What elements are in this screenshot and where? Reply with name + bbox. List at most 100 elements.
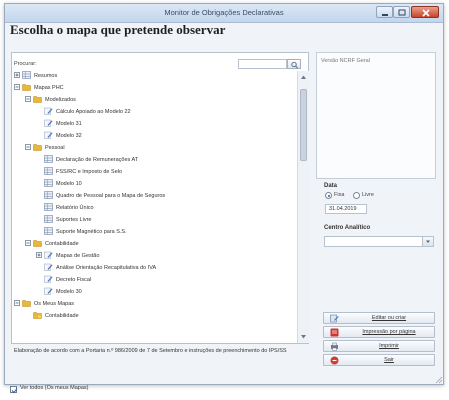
tree-item[interactable]: Declaração de Remunerações AT [36, 154, 138, 165]
edit-map-icon [44, 107, 53, 115]
printer-icon [331, 342, 338, 351]
folder-icon [33, 95, 42, 103]
tree-item[interactable]: Pessoal [25, 143, 65, 153]
search-icon [291, 61, 298, 69]
scrollbar-thumb[interactable] [300, 89, 307, 161]
collapse-icon[interactable] [14, 299, 20, 306]
edit-map-icon [330, 314, 339, 323]
tree-item-label: Modelo 30 [56, 289, 82, 295]
show-all-label: Ver todos (Os meus Mapas) [20, 385, 89, 391]
expand-icon[interactable] [36, 251, 42, 258]
show-all-checkbox[interactable] [10, 386, 18, 394]
radio-livre-label: Livre [362, 192, 374, 198]
tree-item-label: Suporte Magnético para S.S. [56, 229, 127, 235]
tree-item[interactable]: Modelo 32 [36, 131, 82, 141]
collapse-icon[interactable] [25, 239, 31, 246]
tree-item-label: Contabilidade [45, 313, 79, 319]
search-input[interactable] [238, 59, 287, 69]
tree-item[interactable]: Modelo 10 [36, 178, 82, 189]
tree-item[interactable]: Modelo 30 [36, 287, 82, 297]
tree-item[interactable]: Modelo 31 [36, 119, 82, 129]
tree-item[interactable]: Modelizados [25, 95, 76, 105]
maximize-button[interactable] [393, 6, 410, 18]
tree-item-label: Relatório Único [56, 205, 94, 211]
tree-item-label: Modelo 31 [56, 121, 82, 127]
report-icon [44, 178, 53, 187]
report-icon [44, 226, 53, 235]
search-label: Procurar: [14, 61, 37, 67]
report-icon [44, 154, 53, 163]
checkmark-icon [11, 388, 18, 394]
search-button[interactable] [287, 59, 301, 69]
print-button[interactable]: Imprimir [323, 340, 435, 352]
report-icon [44, 214, 53, 223]
scroll-down-icon[interactable] [300, 334, 307, 340]
tree-item[interactable]: Suportes Livre [36, 214, 92, 225]
tree-item-label: Contabilidade [45, 241, 79, 247]
exit-button[interactable]: Sair [323, 354, 435, 366]
version-panel [316, 52, 436, 179]
collapse-icon[interactable] [14, 83, 20, 90]
collapse-icon[interactable] [25, 143, 31, 150]
centro-analitico-select[interactable] [324, 236, 434, 247]
folder-icon [22, 83, 31, 91]
minimize-icon [382, 14, 388, 16]
edit-map-icon [44, 251, 53, 259]
tree-item-label: Cálculo Apoiado ao Modelo 22 [56, 109, 131, 115]
radio-fixa[interactable] [325, 192, 332, 199]
edit-button[interactable]: Editar ou criar [323, 312, 435, 324]
tree-item[interactable]: Relatório Único [36, 202, 94, 213]
tree-item[interactable]: Os Meus Mapas [14, 299, 74, 309]
tree-item-label: Pessoal [45, 145, 65, 151]
edit-map-icon [44, 263, 53, 271]
maximize-icon [398, 9, 406, 16]
tree-item-label: Modelo 32 [56, 133, 82, 139]
tree-scrollbar[interactable] [297, 71, 309, 343]
tree-item-label: FSS/RC e Imposto de Selo [56, 169, 123, 175]
tree-item[interactable]: Contabilidade [25, 311, 79, 321]
tree-item[interactable]: Quadro de Pessoal para o Mapa de Seguros [36, 190, 166, 201]
dropdown-button[interactable] [422, 237, 433, 246]
tree-item[interactable]: Mapas PHC [14, 83, 64, 93]
expand-icon[interactable] [14, 71, 20, 78]
title-bar: Monitor de Obrigações Declarativas [5, 4, 443, 23]
print-page-button-label: Impressão por página [362, 329, 416, 335]
chevron-down-icon [426, 240, 430, 243]
edit-button-label: Editar ou criar [371, 315, 407, 321]
tree-item-label: Quadro de Pessoal para o Mapa de Seguros [56, 193, 166, 199]
tree-item-label: Modelizados [45, 97, 76, 103]
radio-fixa-label: Fixa [334, 192, 345, 198]
tree-item-label: Mapas PHC [34, 85, 64, 91]
minimize-button[interactable] [376, 6, 393, 18]
tree-item[interactable]: Resumos [14, 71, 57, 81]
tree-item-label: Análise Orientação Recapitulativa do IVA [56, 265, 157, 271]
collapse-icon[interactable] [25, 95, 31, 102]
scroll-up-icon[interactable] [300, 74, 307, 80]
tree-item[interactable]: Análise Orientação Recapitulativa do IVA [36, 263, 156, 273]
exit-icon [330, 356, 339, 365]
tree-item-label: Modelo 10 [56, 181, 82, 187]
edit-map-icon [44, 275, 53, 283]
edit-map-icon [44, 131, 53, 139]
close-icon [422, 9, 430, 17]
maps-tree[interactable]: Resumos Mapas PHC Modelizados Cálculo Apoia… [14, 71, 296, 327]
tree-item[interactable]: Contabilidade [25, 239, 79, 249]
close-button[interactable] [411, 6, 439, 18]
date-field[interactable]: 31.04.2019 [325, 204, 367, 214]
tree-item[interactable]: Decreto Fiscal [36, 275, 91, 285]
print-page-button[interactable]: Impressão por página [323, 326, 435, 338]
map-description: Elaboração de acordo com a Portaria n.º … [14, 348, 287, 354]
edit-map-icon [44, 287, 53, 295]
resize-grip-icon[interactable] [435, 376, 443, 384]
folder-icon [33, 311, 42, 319]
radio-livre[interactable] [353, 192, 360, 199]
tree-item-label: Suportes Livre [56, 217, 92, 223]
folder-icon [22, 299, 31, 307]
tree-item-label: Resumos [34, 73, 58, 79]
tree-item[interactable]: FSS/RC e Imposto de Selo [36, 166, 123, 177]
tree-item[interactable]: Suporte Magnético para S.S. [36, 226, 127, 237]
tree-item-label: Decreto Fiscal [56, 277, 92, 283]
print-button-label: Imprimir [379, 343, 399, 349]
tree-item[interactable]: Mapas de Gestão [36, 251, 99, 261]
tree-item[interactable]: Cálculo Apoiado ao Modelo 22 [36, 107, 131, 117]
